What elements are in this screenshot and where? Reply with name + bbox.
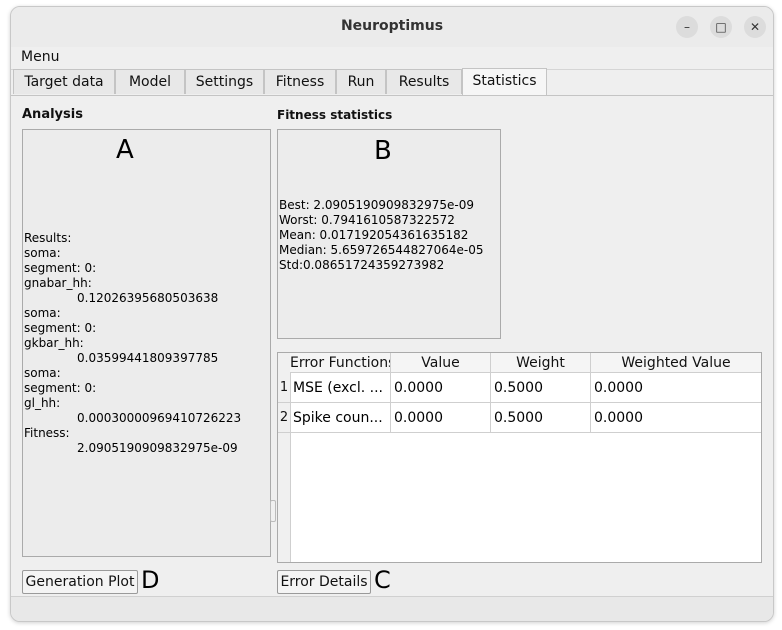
column-header-weighted-value[interactable]: Weighted Value (591, 353, 761, 373)
analysis-result-line: soma: (24, 306, 61, 320)
column-header-value[interactable]: Value (391, 353, 491, 373)
fitness-stat-line: Mean: 0.017192054361635182 (279, 228, 469, 242)
table-cell[interactable]: Spike coun... (290, 403, 391, 433)
panel-splitter-handle[interactable] (270, 500, 276, 522)
tab-model[interactable]: Model (115, 69, 185, 94)
analysis-result-line: Results: (24, 231, 72, 245)
table-cell[interactable]: 0.0000 (591, 373, 761, 403)
analysis-result-line: 2.0905190909832975e-09 (77, 441, 238, 455)
row-header-1[interactable]: 1 (278, 373, 290, 403)
menu-bar: Menu (11, 47, 773, 70)
analysis-result-line: segment: 0: (24, 261, 97, 275)
fitness-marker: B (374, 136, 392, 166)
menu-item-menu[interactable]: Menu (21, 49, 59, 65)
title-bar: Neuroptimus – □ ✕ (11, 7, 773, 48)
tab-fitness[interactable]: Fitness (264, 69, 336, 94)
column-header-weight[interactable]: Weight (491, 353, 591, 373)
analysis-result-line: gnabar_hh: (24, 276, 92, 290)
table-cell[interactable]: 0.0000 (591, 403, 761, 433)
analysis-results: Results: soma: segment: 0: gnabar_hh: 0.1202… (24, 231, 241, 456)
fitness-stat-line: Worst: 0.7941610587322572 (279, 213, 455, 227)
tab-target-data[interactable]: Target data (13, 69, 115, 94)
status-bar (11, 596, 773, 621)
analysis-result-line: 0.12026395680503638 (77, 291, 219, 305)
fitness-statistics-values: Best: 2.0905190909832975e-09 Worst: 0.794… (279, 198, 483, 273)
row-header-2[interactable]: 2 (278, 403, 290, 433)
fitness-stat-line: Median: 5.659726544827064e-05 (279, 243, 484, 257)
tab-results[interactable]: Results (386, 69, 462, 94)
analysis-result-line: soma: (24, 366, 61, 380)
analysis-result-line: segment: 0: (24, 321, 97, 335)
table-cell[interactable]: MSE (excl. ... (290, 373, 391, 403)
error-details-button[interactable]: Error Details (277, 570, 371, 594)
fitness-statistics-panel: B Best: 2.0905190909832975e-09 Worst: 0.7… (277, 129, 501, 339)
window-title: Neuroptimus (340, 18, 444, 34)
analysis-panel: A Results: soma: segment: 0: gnabar_hh: 0.12… (22, 129, 271, 557)
error-details-marker: C (374, 566, 391, 594)
analysis-result-line: soma: (24, 246, 61, 260)
close-button[interactable]: ✕ (744, 16, 766, 38)
minimize-button[interactable]: – (676, 16, 698, 38)
table-cell[interactable]: 0.5000 (491, 403, 591, 433)
analysis-heading: Analysis (22, 107, 83, 122)
error-functions-table: Error Functions Value Weight Weighted Va… (277, 352, 762, 563)
fitness-statistics-heading: Fitness statistics (277, 108, 393, 122)
analysis-result-line: gl_hh: (24, 396, 61, 410)
maximize-button[interactable]: □ (710, 16, 732, 38)
app-window: Neuroptimus – □ ✕ Menu Target data Model… (10, 6, 774, 622)
analysis-result-line: 0.00030000969410726223 (77, 411, 242, 425)
tab-settings[interactable]: Settings (185, 69, 264, 94)
tab-bar: Target data Model Settings Fitness Run R… (11, 68, 773, 95)
fitness-stat-line: Std:0.08651724359273982 (279, 258, 445, 272)
statistics-page: Analysis Fitness statistics A Results: so… (11, 96, 773, 596)
table-cell[interactable]: 0.0000 (391, 403, 491, 433)
fitness-stat-line: Best: 2.0905190909832975e-09 (279, 198, 475, 212)
table-cell[interactable]: 0.0000 (391, 373, 491, 403)
tab-run[interactable]: Run (336, 69, 386, 94)
generation-plot-marker: D (141, 566, 160, 594)
analysis-result-line: Fitness: (24, 426, 70, 440)
analysis-result-line: 0.03599441809397785 (77, 351, 219, 365)
analysis-result-line: gkbar_hh: (24, 336, 84, 350)
column-header-error-functions[interactable]: Error Functions (290, 353, 391, 373)
analysis-result-line: segment: 0: (24, 381, 97, 395)
tab-statistics[interactable]: Statistics (462, 68, 547, 95)
analysis-marker: A (116, 135, 134, 165)
generation-plot-button[interactable]: Generation Plot (22, 570, 138, 594)
table-cell[interactable]: 0.5000 (491, 373, 591, 403)
